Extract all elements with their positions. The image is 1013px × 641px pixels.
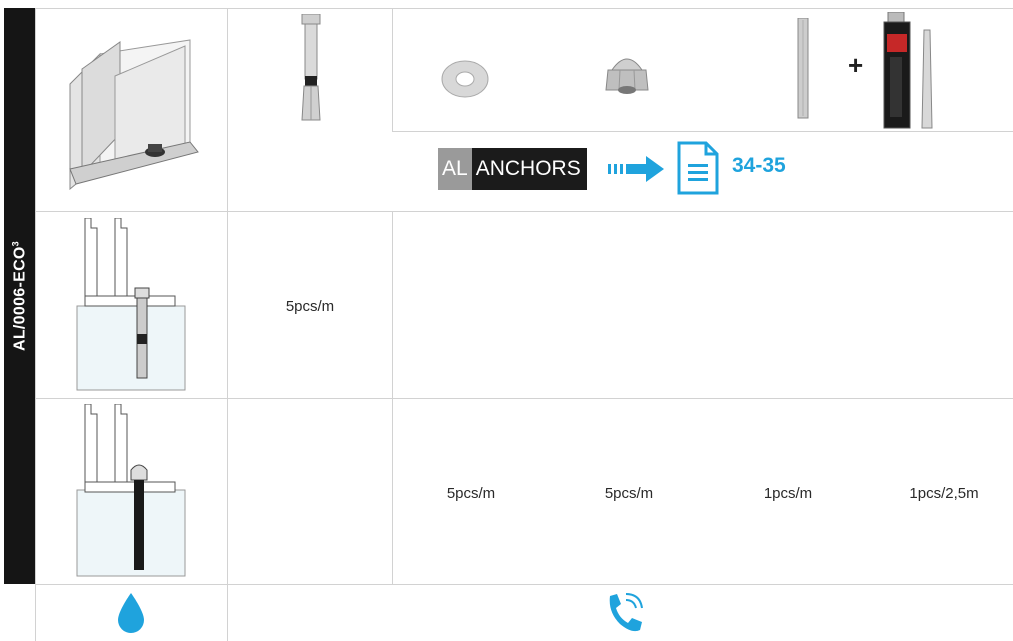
product-code-sidebar: AL/0006-ECO3	[4, 8, 35, 584]
mechanical-installation-image	[76, 218, 186, 391]
anchor-quantity: 5pcs/m	[285, 298, 335, 315]
nut-quantity: 5pcs/m	[604, 485, 654, 502]
threaded-rod-image	[797, 18, 809, 119]
resin-cartridge-image	[883, 12, 933, 129]
catalog-pages: 34-35	[732, 154, 786, 177]
anchor-bolt-image	[301, 14, 321, 121]
phone-icon[interactable]	[604, 592, 644, 634]
anchors-label: ANCHORS	[471, 148, 587, 190]
chemical-installation-image	[76, 404, 186, 577]
washer-image	[441, 60, 489, 98]
anchors-catalog-link[interactable]: AL ANCHORS	[438, 148, 587, 190]
profile-3d-image	[69, 39, 199, 190]
arrow-right-icon	[608, 156, 664, 182]
rod-quantity: 1pcs/m	[763, 485, 813, 502]
resin-quantity: 1pcs/2,5m	[909, 485, 979, 502]
cap-nut-image	[605, 58, 649, 94]
product-code: AL/0006-ECO3	[9, 241, 29, 351]
plus-icon: +	[848, 50, 864, 80]
water-drop-icon	[118, 593, 144, 633]
document-icon[interactable]	[676, 140, 720, 196]
washer-quantity: 5pcs/m	[446, 485, 496, 502]
anchors-prefix: AL	[438, 148, 472, 190]
